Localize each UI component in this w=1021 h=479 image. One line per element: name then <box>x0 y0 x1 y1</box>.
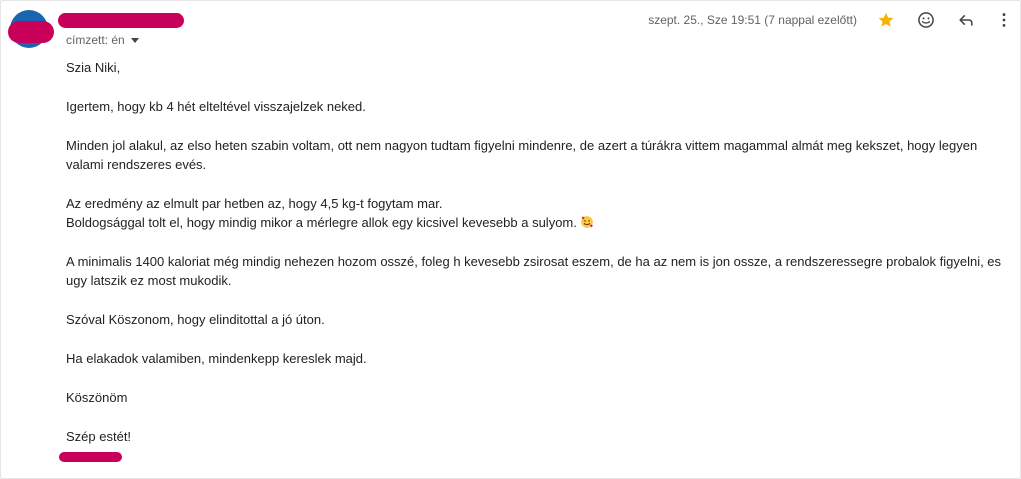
email-paragraph-with-emoji: Boldogsággal tolt el, hogy mindig mikor … <box>66 213 1006 232</box>
more-vert-icon[interactable] <box>992 8 1016 32</box>
email-paragraph: Ha elakadok valamiben, mindenkepp keresl… <box>66 351 367 366</box>
email-sentence: Boldogsággal tolt el, hogy mindig mikor … <box>66 215 577 230</box>
email-body: Szia Niki, Igertem, hogy kb 4 hét eltelt… <box>66 58 1006 466</box>
email-paragraph: Szóval Köszonom, hogy elinditottal a jó … <box>66 312 325 327</box>
email-timestamp: szept. 25., Sze 19:51 (7 nappal ezelőtt) <box>648 13 857 27</box>
signature-redaction <box>59 452 122 462</box>
avatar-redaction <box>8 21 54 43</box>
email-paragraph: Igertem, hogy kb 4 hét elteltével vissza… <box>66 99 366 114</box>
sender-name-redaction <box>58 13 184 28</box>
recipient-label: címzett: én <box>66 33 125 47</box>
email-greeting: Szia Niki, <box>66 60 121 75</box>
chevron-down-icon <box>130 38 139 43</box>
email-paragraph: Köszönöm <box>66 390 128 405</box>
email-paragraph: Minden jol alakul, az elso heten szabin … <box>66 138 978 172</box>
email-paragraph: Szép estét! <box>66 429 132 444</box>
emoji-icon[interactable] <box>914 8 938 32</box>
smiling-face-with-hearts-emoji <box>580 215 594 230</box>
recipient-dropdown[interactable]: címzett: én <box>66 33 139 47</box>
star-icon[interactable] <box>874 8 898 32</box>
reply-icon[interactable] <box>954 8 978 32</box>
email-paragraph: Az eredmény az elmult par hetben az, hog… <box>66 196 443 211</box>
email-paragraph: A minimalis 1400 kaloriat még mindig neh… <box>66 254 1002 288</box>
